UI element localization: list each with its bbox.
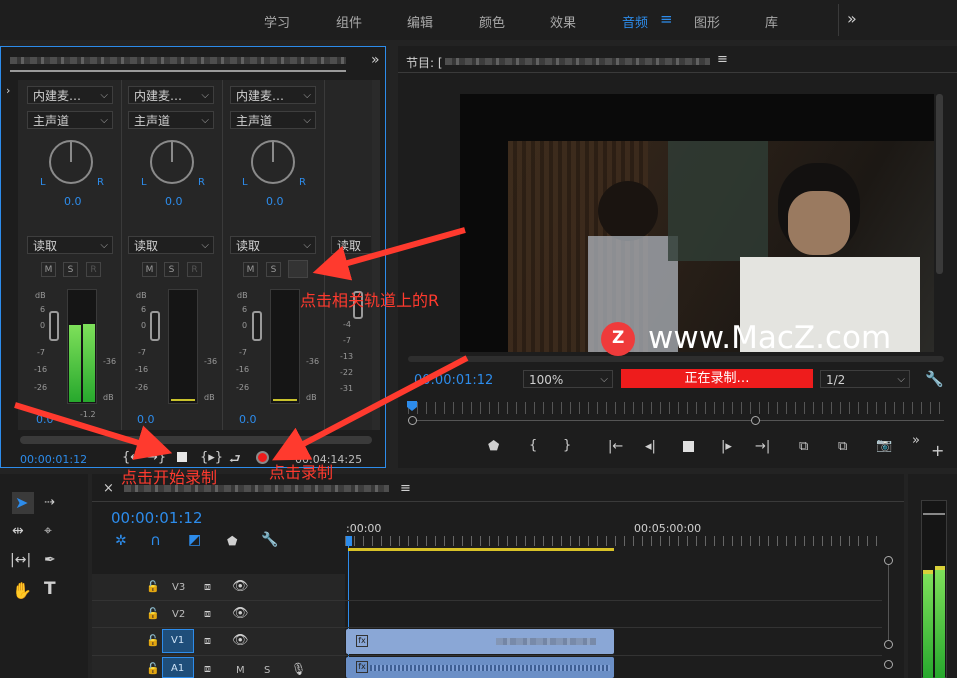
arrow-to-stop-button — [14, 402, 173, 460]
annotation-click-start: 点击开始录制 — [121, 468, 218, 487]
arrow-to-record-button — [272, 355, 469, 461]
annotation-click-record: 点击录制 — [269, 463, 334, 482]
annotation-click-r: 点击相关轨道上的R — [300, 291, 440, 310]
arrow-to-record-enable — [312, 227, 466, 281]
annotation-arrows — [14, 227, 469, 461]
